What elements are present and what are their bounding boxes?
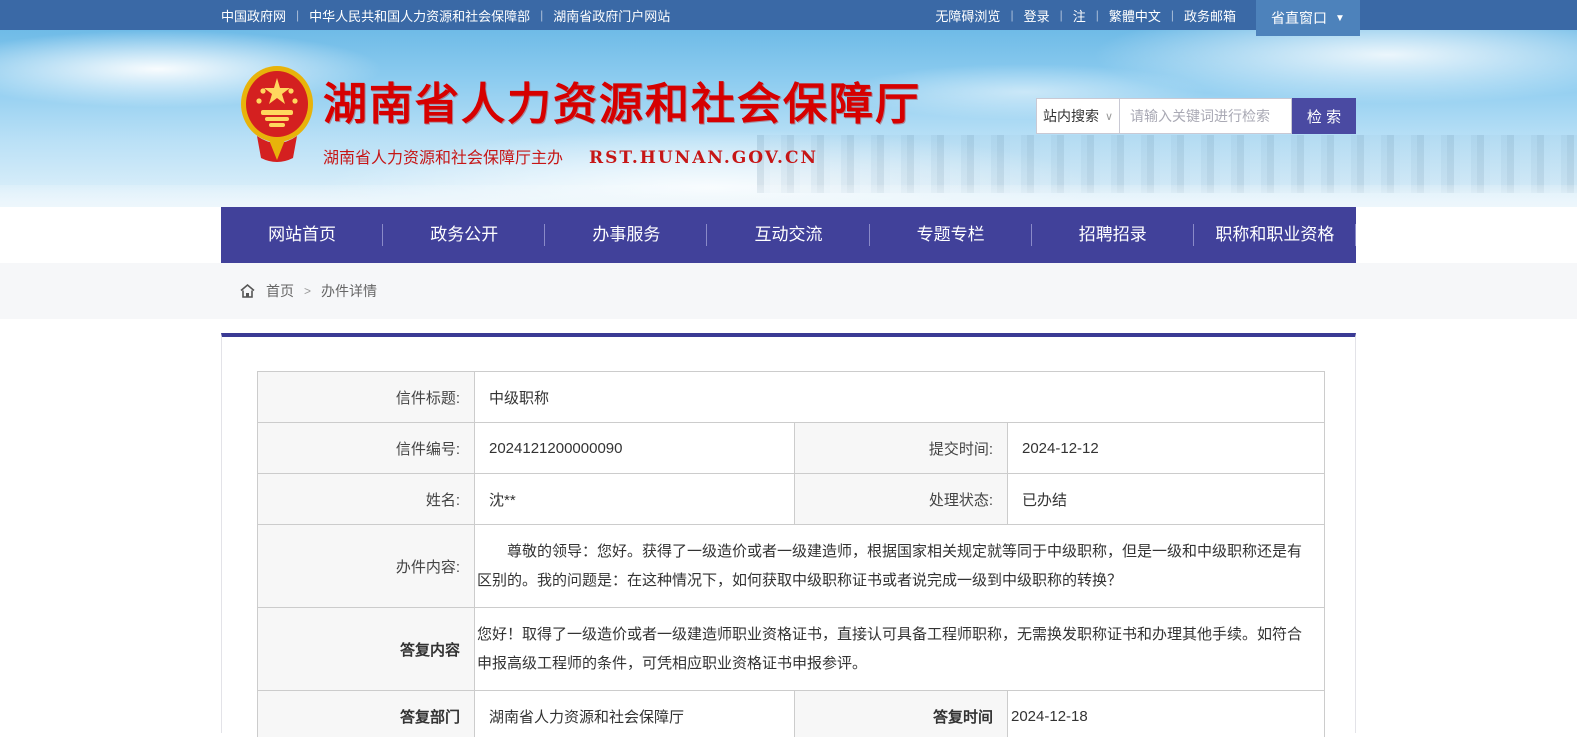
reply-content-value: 您好！取得了一级造价或者一级建造师职业资格证书，直接认可具备工程师职称，无需换发…: [475, 608, 1324, 691]
table-row: 答复部门 湖南省人力资源和社会保障厅 答复时间 2024-12-18: [258, 691, 1324, 737]
status-label: 处理状态:: [795, 474, 1008, 525]
site-title: 湖南省人力资源和社会保障厅: [323, 68, 921, 132]
letter-number-label: 信件编号:: [258, 423, 475, 474]
link-mohrss[interactable]: 中华人民共和国人力资源和社会保障部: [309, 6, 530, 25]
national-emblem-logo: [239, 64, 315, 168]
spacer: [0, 319, 1577, 333]
nav-item-titles-qualifications[interactable]: 职称和职业资格: [1194, 207, 1356, 263]
link-gov-mail[interactable]: 政务邮箱: [1184, 6, 1236, 25]
reply-time-value: 2024-12-18: [1008, 691, 1324, 737]
breadcrumb-home-label: 首页: [266, 281, 294, 301]
table-row: 信件标题: 中级职称: [258, 372, 1324, 423]
name-label: 姓名:: [258, 474, 475, 525]
detail-panel: 信件标题: 中级职称 信件编号: 2024121200000090 提交时间: …: [221, 333, 1356, 733]
link-traditional-chinese[interactable]: 繁體中文: [1109, 6, 1161, 25]
status-value: 已办结: [1008, 474, 1324, 525]
site-host-note: 湖南省人力资源和社会保障厅主办: [323, 144, 563, 168]
main-navigation: 网站首页 政务公开 办事服务 互动交流 专题专栏 招聘招录 职称和职业资格: [0, 207, 1577, 263]
separator: |: [1010, 8, 1013, 22]
topbar-right-links: 无障碍浏览 | 登录 | 注 | 繁體中文 | 政务邮箱: [935, 6, 1236, 25]
letter-title-label: 信件标题:: [258, 372, 475, 423]
content-label: 办件内容:: [258, 525, 475, 608]
separator: |: [1171, 8, 1174, 22]
table-row: 办件内容: 尊敬的领导：您好。获得了一级造价或者一级建造师，根据国家相关规定就等…: [258, 525, 1324, 608]
reply-dept-value: 湖南省人力资源和社会保障厅: [475, 691, 795, 737]
search-scope-select[interactable]: 站内搜索 ∨: [1036, 98, 1120, 134]
reply-time-label: 答复时间: [795, 691, 1008, 737]
topbar-left-links: 中国政府网 | 中华人民共和国人力资源和社会保障部 | 湖南省政府门户网站: [221, 6, 670, 25]
top-bar: 中国政府网 | 中华人民共和国人力资源和社会保障部 | 湖南省政府门户网站 无障…: [0, 0, 1577, 30]
table-row: 姓名: 沈** 处理状态: 已办结: [258, 474, 1324, 525]
submit-time-value: 2024-12-12: [1008, 423, 1324, 474]
site-search: 站内搜索 ∨ 检 索: [1036, 98, 1356, 134]
nav-item-gov-disclosure[interactable]: 政务公开: [383, 207, 545, 263]
nav-item-interaction[interactable]: 互动交流: [707, 207, 869, 263]
chevron-down-icon: ▼: [1335, 13, 1345, 24]
breadcrumb-current: 办件详情: [321, 281, 377, 301]
letter-title-value: 中级职称: [475, 372, 1324, 423]
letter-detail-table: 信件标题: 中级职称 信件编号: 2024121200000090 提交时间: …: [257, 371, 1325, 737]
breadcrumb-home-link[interactable]: 首页: [239, 281, 294, 301]
search-button[interactable]: 检 索: [1292, 98, 1356, 134]
province-windows-dropdown[interactable]: 省直窗口 ▼: [1256, 0, 1360, 36]
table-row: 信件编号: 2024121200000090 提交时间: 2024-12-12: [258, 423, 1324, 474]
nav-item-recruitment[interactable]: 招聘招录: [1032, 207, 1194, 263]
letter-number-value: 2024121200000090: [475, 423, 795, 474]
link-login[interactable]: 登录: [1024, 6, 1050, 25]
separator: |: [1060, 8, 1063, 22]
link-china-gov[interactable]: 中国政府网: [221, 6, 286, 25]
submit-time-label: 提交时间:: [795, 423, 1008, 474]
content-value: 尊敬的领导：您好。获得了一级造价或者一级建造师，根据国家相关规定就等同于中级职称…: [475, 525, 1324, 608]
nav-item-services[interactable]: 办事服务: [545, 207, 707, 263]
header-banner: 湖南省人力资源和社会保障厅 湖南省人力资源和社会保障厅主办 RST.HUNAN.…: [0, 30, 1577, 207]
nav-item-special-topics[interactable]: 专题专栏: [870, 207, 1032, 263]
separator: |: [1096, 8, 1099, 22]
home-icon: [239, 283, 256, 299]
nav-item-home[interactable]: 网站首页: [221, 207, 383, 263]
name-value: 沈**: [475, 474, 795, 525]
separator: |: [540, 8, 543, 22]
chevron-down-icon: ∨: [1105, 110, 1113, 123]
breadcrumb-bar: 首页 > 办件详情: [0, 263, 1577, 319]
content-area: 信件标题: 中级职称 信件编号: 2024121200000090 提交时间: …: [0, 333, 1577, 733]
separator: |: [296, 8, 299, 22]
link-accessibility[interactable]: 无障碍浏览: [935, 6, 1000, 25]
link-hunan-gov-portal[interactable]: 湖南省政府门户网站: [553, 6, 670, 25]
search-scope-label: 站内搜索: [1043, 106, 1099, 126]
table-row: 答复内容 您好！取得了一级造价或者一级建造师职业资格证书，直接认可具备工程师职称…: [258, 608, 1324, 691]
breadcrumb-separator: >: [304, 284, 311, 298]
link-register[interactable]: 注: [1073, 6, 1086, 25]
reply-dept-label: 答复部门: [258, 691, 475, 737]
province-windows-label: 省直窗口: [1271, 8, 1327, 28]
site-domain: RST.HUNAN.GOV.CN: [589, 148, 818, 168]
reply-content-label: 答复内容: [258, 608, 475, 691]
search-input[interactable]: [1120, 98, 1292, 134]
